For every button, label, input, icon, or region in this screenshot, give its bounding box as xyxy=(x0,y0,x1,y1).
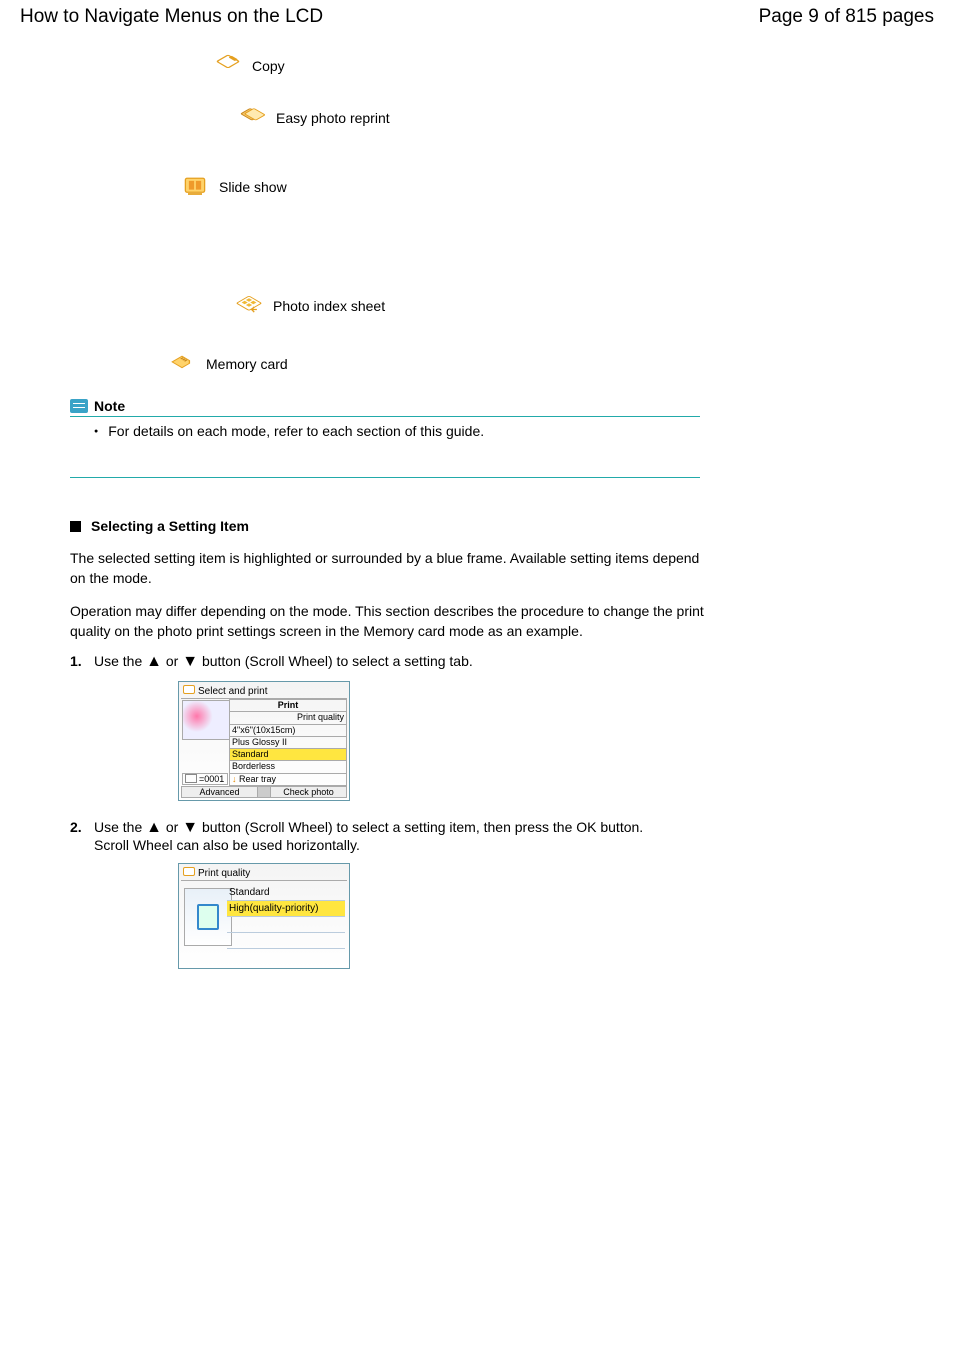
quality-option-selected[interactable]: High(quality-priority) xyxy=(227,901,345,917)
quality-option[interactable]: Standard xyxy=(227,885,345,901)
mode-easy-photo-reprint[interactable]: Easy photo reprint xyxy=(238,104,390,132)
copies-field[interactable]: =0001 xyxy=(182,773,228,785)
copies-value: =0001 xyxy=(199,774,224,784)
step-text-a: Use the xyxy=(94,653,146,669)
rear-tray-label: Rear tray xyxy=(239,774,276,784)
mode-label: Photo index sheet xyxy=(273,298,385,314)
down-arrow-icon: ▼ xyxy=(182,653,198,670)
note-block: Note For details on each mode, refer to … xyxy=(70,398,700,478)
note-heading-text: Note xyxy=(94,398,125,414)
step-text-c: button (Scroll Wheel) to select a settin… xyxy=(202,653,473,669)
step-text-c: button (Scroll Wheel) to select a settin… xyxy=(202,819,643,835)
up-arrow-icon: ▲ xyxy=(146,819,162,836)
header-title-right: Page 9 of 815 pages xyxy=(759,6,934,28)
mockup1-title: Select and print xyxy=(181,684,347,699)
mode-label: Slide show xyxy=(219,179,287,195)
quality-option-empty xyxy=(227,949,345,964)
mode-label: Easy photo reprint xyxy=(276,110,390,126)
step-text-b: or xyxy=(166,819,182,835)
rear-tray-row[interactable]: ↓ Rear tray xyxy=(229,774,347,786)
lcd-mockup-print-quality: Print quality Standard High(quality-prio… xyxy=(178,863,350,969)
quality-option-empty xyxy=(227,917,345,933)
setting-row[interactable]: 4"x6"(10x15cm) xyxy=(229,725,347,737)
index-sheet-icon xyxy=(235,292,263,320)
setting-row[interactable]: Plus Glossy II xyxy=(229,737,347,749)
quality-option-empty xyxy=(227,933,345,949)
memory-card-icon xyxy=(168,350,196,378)
section-para-2: Operation may differ depending on the mo… xyxy=(70,601,710,642)
slideshow-icon xyxy=(181,173,209,201)
step-text: Use the ▲ or ▼ button (Scroll Wheel) to … xyxy=(94,653,710,671)
note-heading: Note xyxy=(70,398,700,417)
step-text-a: Use the xyxy=(94,819,146,835)
mockup2-title: Print quality xyxy=(181,866,347,881)
advanced-button[interactable]: Advanced xyxy=(181,786,258,798)
page-header: How to Navigate Menus on the LCD Page 9 … xyxy=(20,0,934,38)
mode-copy[interactable]: Copy xyxy=(214,52,285,80)
step2-tip: Scroll Wheel can also be used horizontal… xyxy=(94,837,360,853)
step-text: Use the ▲ or ▼ button (Scroll Wheel) to … xyxy=(94,819,710,853)
setting-row[interactable]: Borderless xyxy=(229,761,347,773)
mode-label: Memory card xyxy=(206,356,288,372)
note-body: For details on each mode, refer to each … xyxy=(70,417,700,478)
step-number: 2. xyxy=(70,819,94,853)
note-text: For details on each mode, refer to each … xyxy=(94,423,700,439)
mode-slide-show[interactable]: Slide show xyxy=(181,173,287,201)
up-arrow-icon: ▲ xyxy=(146,653,162,670)
photo-stack-icon xyxy=(238,104,266,132)
step-text-b: or xyxy=(166,653,182,669)
setting-row-selected[interactable]: Standard xyxy=(229,749,347,761)
check-photo-button[interactable]: Check photo xyxy=(270,786,347,798)
mode-label: Copy xyxy=(252,58,285,74)
mode-icon-ring: Copy Easy photo reprint Slide show Setti… xyxy=(110,38,934,388)
section-para-1: The selected setting item is highlighted… xyxy=(70,548,710,589)
lcd-mockup-select-and-print: Select and print =0001 Print Print quali… xyxy=(178,681,350,801)
mode-photo-index-sheet[interactable]: Photo index sheet xyxy=(235,292,385,320)
step-2: 2. Use the ▲ or ▼ button (Scroll Wheel) … xyxy=(70,819,710,853)
print-quality-label: Print quality xyxy=(229,712,347,724)
step-number: 1. xyxy=(70,653,94,671)
print-header: Print xyxy=(229,699,347,712)
step-1: 1. Use the ▲ or ▼ button (Scroll Wheel) … xyxy=(70,653,710,671)
section-selecting-setting-item: Selecting a Setting Item The selected se… xyxy=(70,518,710,969)
header-title-left: How to Navigate Menus on the LCD xyxy=(20,6,323,28)
section-heading: Selecting a Setting Item xyxy=(70,518,710,534)
down-arrow-icon: ▼ xyxy=(182,819,198,836)
note-icon xyxy=(70,399,88,413)
clipboard-icon xyxy=(214,52,242,80)
mode-memory-card[interactable]: Memory card xyxy=(168,350,288,378)
thumbnail-icon xyxy=(182,700,230,740)
